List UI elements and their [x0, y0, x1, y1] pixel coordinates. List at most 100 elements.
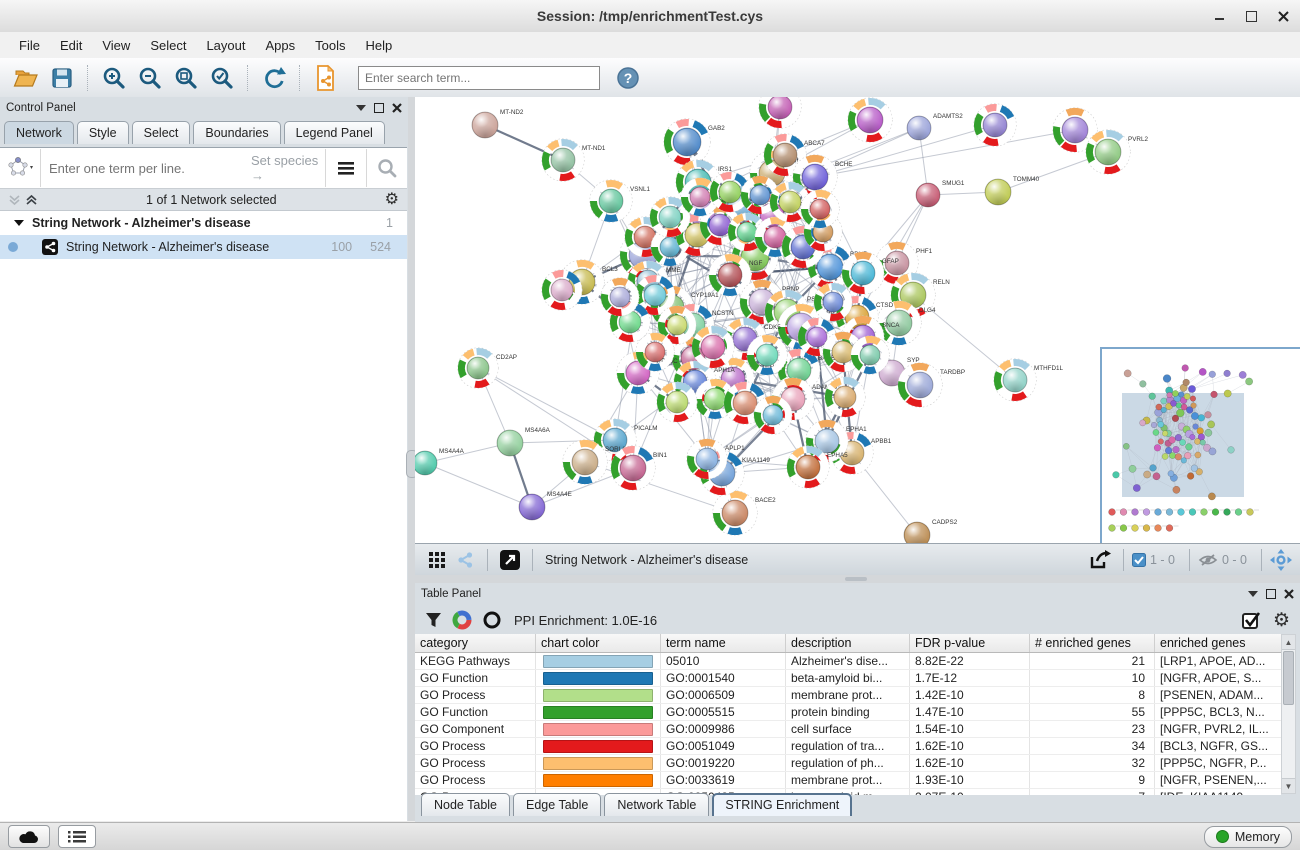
network-node[interactable] — [848, 98, 892, 142]
minimize-button[interactable] — [1212, 9, 1226, 23]
refresh-button[interactable] — [256, 62, 292, 94]
network-node[interactable]: CADPS2 — [904, 519, 958, 543]
select-all-check-icon[interactable] — [1242, 611, 1261, 630]
col-category[interactable]: category — [415, 634, 536, 652]
network-node[interactable]: TARDBP — [898, 363, 965, 407]
maximize-button[interactable] — [1244, 9, 1258, 23]
memory-button[interactable]: Memory — [1204, 826, 1292, 848]
menu-apps[interactable]: Apps — [257, 35, 305, 56]
network-node[interactable]: PVRL2 — [1086, 130, 1149, 174]
export-network-button[interactable] — [1085, 544, 1115, 576]
panel-float-icon[interactable] — [356, 105, 366, 111]
menu-help[interactable]: Help — [357, 35, 402, 56]
scroll-down-arrow[interactable]: ▼ — [1282, 778, 1295, 793]
network-node[interactable] — [825, 377, 865, 417]
filter-icon[interactable] — [425, 612, 442, 628]
col-description[interactable]: description — [786, 634, 910, 652]
close-button[interactable] — [1276, 9, 1290, 23]
enrichment-settings-gear-icon[interactable]: ⚙ — [1273, 611, 1290, 630]
scroll-thumb[interactable] — [1283, 651, 1294, 705]
network-node[interactable]: MTHFD1L — [994, 359, 1064, 401]
network-node[interactable]: CD2AP — [458, 348, 517, 388]
enrichment-row[interactable]: GO FunctionGO:0001540beta-amyloid bi...1… — [415, 670, 1281, 687]
col-fdr[interactable]: FDR p-value — [910, 634, 1030, 652]
network-options-gear-icon[interactable]: ⚙ — [385, 192, 399, 208]
menu-file[interactable]: File — [10, 35, 49, 56]
network-node[interactable]: BIN1 — [611, 446, 668, 490]
open-session-button[interactable] — [8, 62, 44, 94]
network-node[interactable]: MT-ND2 — [472, 109, 524, 138]
menu-layout[interactable]: Layout — [197, 35, 254, 56]
network-node[interactable] — [759, 97, 801, 128]
save-session-button[interactable] — [44, 62, 80, 94]
enrichment-row[interactable]: GO ComponentGO:0009986cell surface1.54E-… — [415, 721, 1281, 738]
horizontal-splitter-grip[interactable] — [845, 577, 867, 581]
table-panel-maximize-icon[interactable] — [1266, 589, 1276, 599]
table-panel-float-icon[interactable] — [1248, 591, 1258, 597]
network-node[interactable]: BACE2 — [713, 491, 776, 535]
string-search-button[interactable] — [366, 149, 407, 187]
table-panel-close-icon[interactable] — [1284, 589, 1294, 599]
chart-colors-icon[interactable] — [452, 610, 472, 630]
menu-edit[interactable]: Edit — [51, 35, 91, 56]
tab-edge-table[interactable]: Edge Table — [513, 793, 601, 816]
enrichment-row[interactable]: GO ProcessGO:0019220regulation of ph...1… — [415, 755, 1281, 772]
network-node[interactable]: MT-ND1 — [542, 139, 606, 181]
network-collection-row[interactable]: String Network - Alzheimer's disease 1 — [0, 211, 407, 235]
scroll-up-arrow[interactable]: ▲ — [1282, 635, 1295, 650]
cloud-button[interactable] — [8, 825, 50, 848]
menu-select[interactable]: Select — [141, 35, 195, 56]
zoom-in-button[interactable] — [96, 62, 132, 94]
ring-chart-icon[interactable] — [482, 610, 502, 630]
network-node[interactable]: TOMM40 — [985, 176, 1040, 205]
tab-legend-panel[interactable]: Legend Panel — [284, 121, 385, 144]
expand-all-icon[interactable] — [25, 194, 38, 206]
birds-eye-view[interactable] — [1100, 347, 1300, 545]
enrichment-row[interactable]: KEGG Pathways05010Alzheimer's dise...8.8… — [415, 653, 1281, 670]
tab-select[interactable]: Select — [132, 121, 191, 144]
network-node[interactable] — [974, 104, 1016, 146]
birds-eye-svg[interactable] — [1102, 349, 1296, 539]
grid-view-button[interactable] — [423, 544, 451, 576]
string-view-button[interactable] — [451, 544, 479, 576]
network-from-file-button[interactable] — [308, 62, 344, 94]
open-in-window-button[interactable] — [496, 544, 524, 576]
task-history-button[interactable] — [58, 825, 96, 848]
network-node[interactable] — [657, 382, 697, 422]
enrichment-row[interactable]: GO ProcessGO:0006509membrane prot...1.42… — [415, 687, 1281, 704]
menu-view[interactable]: View — [93, 35, 139, 56]
panel-close-icon[interactable] — [392, 103, 402, 113]
zoom-selected-button[interactable] — [204, 62, 240, 94]
tab-network[interactable]: Network — [4, 121, 74, 144]
species-hint[interactable]: Set species → — [251, 153, 325, 183]
network-node[interactable]: ADAMTS2 — [907, 113, 963, 140]
col-chart-color[interactable]: chart color — [536, 634, 661, 652]
navigator-icon[interactable] — [1270, 549, 1292, 571]
network-node[interactable] — [542, 270, 582, 310]
zoom-fit-button[interactable] — [168, 62, 204, 94]
hidden-eye-icon[interactable] — [1198, 553, 1218, 567]
network-node[interactable]: GAB2 — [664, 119, 725, 165]
network-node[interactable]: VSNL1 — [590, 180, 651, 222]
selected-checkbox-icon[interactable] — [1132, 553, 1146, 567]
table-scrollbar[interactable]: ▲ ▼ — [1281, 634, 1296, 794]
col-gene-count[interactable]: # enriched genes — [1030, 634, 1155, 652]
tab-boundaries[interactable]: Boundaries — [193, 121, 280, 144]
col-genes[interactable]: enriched genes — [1155, 634, 1281, 652]
enrichment-row[interactable]: GO ProcessGO:0051049regulation of tra...… — [415, 738, 1281, 755]
zoom-out-button[interactable] — [132, 62, 168, 94]
enrichment-row[interactable]: GO FunctionGO:0005515protein binding1.47… — [415, 704, 1281, 721]
tab-node-table[interactable]: Node Table — [421, 793, 510, 816]
network-row[interactable]: String Network - Alzheimer's disease 100… — [0, 235, 407, 259]
help-button[interactable]: ? — [610, 62, 646, 94]
tab-string-enrichment[interactable]: STRING Enrichment — [712, 793, 852, 816]
network-node[interactable]: MS4A6A — [497, 427, 551, 456]
string-query-input[interactable] — [41, 160, 231, 177]
col-term-name[interactable]: term name — [661, 634, 786, 652]
string-menu-button[interactable] — [325, 149, 366, 187]
collapse-all-icon[interactable] — [8, 194, 21, 206]
network-node[interactable]: MS4A4A — [415, 448, 465, 475]
network-node[interactable] — [747, 335, 787, 375]
menu-tools[interactable]: Tools — [306, 35, 354, 56]
enrichment-row[interactable]: GO ProcessGO:0033619membrane prot...1.93… — [415, 772, 1281, 789]
